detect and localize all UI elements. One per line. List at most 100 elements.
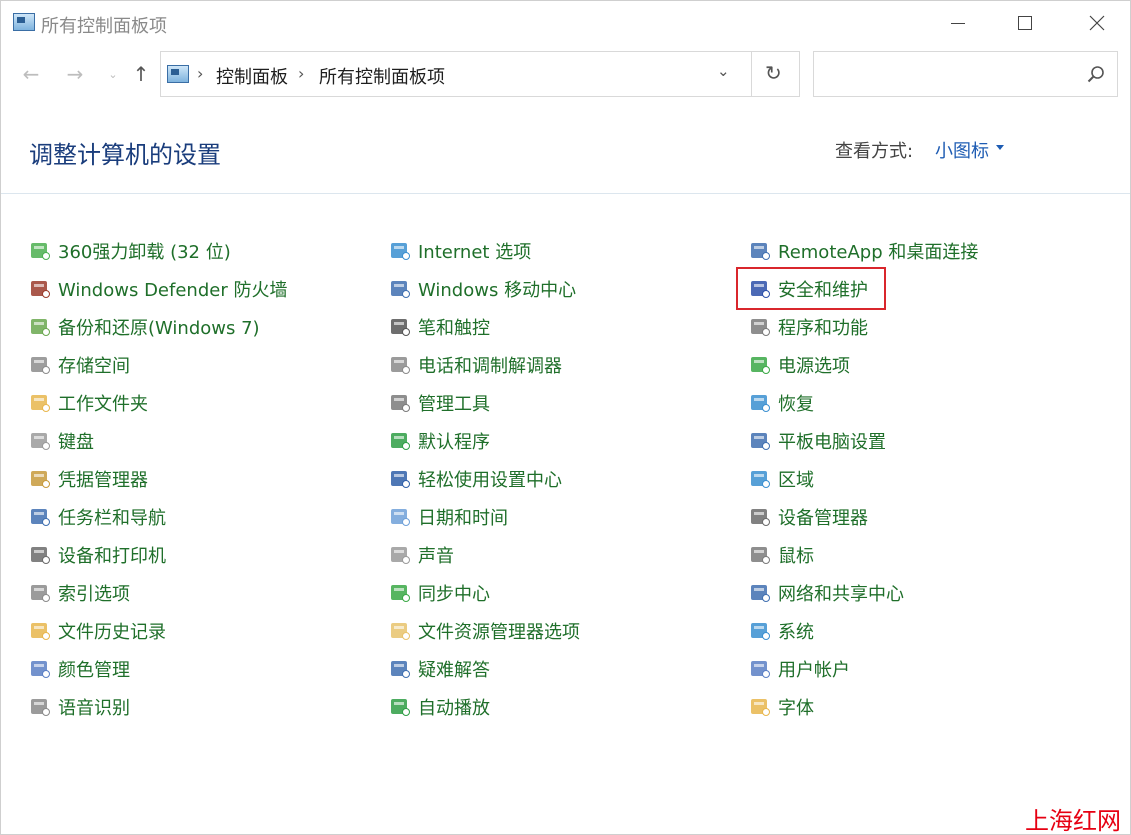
control-panel-item[interactable]: 电源选项 — [748, 350, 850, 380]
address-dropdown-icon[interactable]: ⌄ — [717, 62, 730, 80]
control-panel-item[interactable]: 默认程序 — [388, 426, 490, 456]
control-panel-item-label: RemoteApp 和桌面连接 — [778, 242, 979, 263]
control-panel-item[interactable]: 用户帐户 — [748, 654, 850, 684]
control-panel-item[interactable]: 同步中心 — [388, 578, 490, 608]
control-panel-item[interactable]: 笔和触控 — [388, 312, 490, 342]
microphone-icon — [28, 695, 52, 719]
control-panel-item[interactable]: 程序和功能 — [748, 312, 868, 342]
control-panel-item[interactable]: 管理工具 — [388, 388, 490, 418]
mobility-center-icon — [388, 277, 412, 301]
control-panel-item[interactable]: 文件历史记录 — [28, 616, 166, 646]
control-panel-item[interactable]: Internet 选项 — [388, 236, 531, 266]
power-icon — [748, 353, 772, 377]
control-panel-item[interactable]: 工作文件夹 — [28, 388, 148, 418]
control-panel-item-label: 默认程序 — [418, 432, 490, 453]
view-by-dropdown[interactable]: 小图标 — [935, 137, 989, 163]
up-button[interactable]: ↑ — [129, 61, 153, 87]
control-panel-item[interactable]: 声音 — [388, 540, 454, 570]
troubleshoot-icon — [388, 657, 412, 681]
autoplay-icon — [388, 695, 412, 719]
refresh-icon[interactable]: ↻ — [765, 61, 782, 85]
minimize-button[interactable] — [935, 5, 981, 41]
close-button[interactable] — [1074, 5, 1120, 41]
control-panel-item[interactable]: 360强力卸载 (32 位) — [28, 236, 231, 266]
control-panel-item[interactable]: 轻松使用设置中心 — [388, 464, 562, 494]
control-panel-item-label: 日期和时间 — [418, 508, 508, 529]
control-panel-item-label: 设备和打印机 — [58, 546, 166, 567]
control-panel-item[interactable]: 系统 — [748, 616, 814, 646]
control-panel-item[interactable]: 自动播放 — [388, 692, 490, 722]
caret-down-icon[interactable] — [996, 145, 1004, 150]
breadcrumb-control-panel[interactable]: 控制面板 — [216, 63, 288, 89]
control-panel-item-label: 文件历史记录 — [58, 622, 166, 643]
control-panel-item[interactable]: 区域 — [748, 464, 814, 494]
control-panel-item-label: 索引选项 — [58, 584, 130, 605]
control-panel-item-label: 字体 — [778, 698, 814, 719]
user-accounts-icon — [748, 657, 772, 681]
control-panel-item[interactable]: 电话和调制解调器 — [388, 350, 562, 380]
control-panel-item[interactable]: 存储空间 — [28, 350, 130, 380]
control-panel-item[interactable]: 文件资源管理器选项 — [388, 616, 580, 646]
keyboard-icon — [28, 429, 52, 453]
control-panel-item-label: 用户帐户 — [778, 660, 850, 681]
control-panel-item-label: 区域 — [778, 470, 814, 491]
control-panel-item[interactable]: 语音识别 — [28, 692, 130, 722]
file-history-icon — [28, 619, 52, 643]
breadcrumb-separator-icon: › — [197, 64, 204, 83]
storage-icon — [28, 353, 52, 377]
control-panel-item[interactable]: 索引选项 — [28, 578, 130, 608]
search-icon[interactable] — [1087, 65, 1105, 83]
control-panel-item-label: 备份和还原(Windows 7) — [58, 318, 260, 339]
view-by-label: 查看方式: — [835, 141, 914, 162]
address-bar[interactable]: › 控制面板 › 所有控制面板项 ⌄ ↻ — [160, 51, 800, 97]
control-panel-item[interactable]: 日期和时间 — [388, 502, 508, 532]
control-panel-item-label: 笔和触控 — [418, 318, 490, 339]
control-panel-item[interactable]: 鼠标 — [748, 540, 814, 570]
recent-locations-button[interactable]: ⌄ — [101, 61, 125, 87]
control-panel-item[interactable]: 疑难解答 — [388, 654, 490, 684]
control-panel-item-label: 文件资源管理器选项 — [418, 622, 580, 643]
chevron-down-icon: ⌄ — [108, 67, 118, 81]
breadcrumb-all-items[interactable]: 所有控制面板项 — [319, 63, 445, 89]
explorer-options-icon — [388, 619, 412, 643]
pen-icon — [388, 315, 412, 339]
control-panel-item-label: 语音识别 — [58, 698, 130, 719]
control-panel-item[interactable]: 恢复 — [748, 388, 814, 418]
control-panel-item[interactable]: 设备和打印机 — [28, 540, 166, 570]
minimize-icon — [951, 22, 965, 24]
control-panel-item-label: 恢复 — [778, 394, 814, 415]
control-panel-item[interactable]: Windows 移动中心 — [388, 274, 576, 304]
maximize-button[interactable] — [1002, 5, 1048, 41]
network-icon — [748, 581, 772, 605]
control-panel-item-label: 疑难解答 — [418, 660, 490, 681]
control-panel-item[interactable]: 任务栏和导航 — [28, 502, 166, 532]
system-icon — [748, 619, 772, 643]
tablet-icon — [748, 429, 772, 453]
control-panel-item[interactable]: 键盘 — [28, 426, 94, 456]
maximize-icon — [1018, 16, 1032, 30]
control-panel-item[interactable]: 平板电脑设置 — [748, 426, 886, 456]
datetime-icon — [388, 505, 412, 529]
control-panel-item[interactable]: 网络和共享中心 — [748, 578, 904, 608]
phone-modem-icon — [388, 353, 412, 377]
control-panel-item-label: 系统 — [778, 622, 814, 643]
highlight-box — [736, 267, 886, 310]
close-icon — [1089, 15, 1105, 31]
control-panel-item[interactable]: Windows Defender 防火墙 — [28, 274, 287, 304]
control-panel-item-label: 管理工具 — [418, 394, 490, 415]
control-panel-item[interactable]: 设备管理器 — [748, 502, 868, 532]
arrow-left-icon: ← — [22, 62, 40, 86]
search-input[interactable] — [813, 51, 1118, 97]
control-panel-item[interactable]: 备份和还原(Windows 7) — [28, 312, 260, 342]
control-panel-item-label: 360强力卸载 (32 位) — [58, 242, 231, 263]
control-panel-item[interactable]: RemoteApp 和桌面连接 — [748, 236, 978, 266]
back-button[interactable]: ← — [19, 61, 43, 87]
control-panel-item-label: 自动播放 — [418, 698, 490, 719]
forward-button[interactable]: → — [63, 61, 87, 87]
control-panel-item[interactable]: 颜色管理 — [28, 654, 130, 684]
control-panel-item-label: 电源选项 — [778, 356, 850, 377]
address-divider — [751, 52, 752, 96]
control-panel-window: 所有控制面板项 ← → ⌄ ↑ › 控制面板 › 所有控制面板项 ⌄ ↻ 调整计… — [0, 0, 1131, 835]
control-panel-item[interactable]: 凭据管理器 — [28, 464, 148, 494]
control-panel-item[interactable]: 字体 — [748, 692, 814, 722]
